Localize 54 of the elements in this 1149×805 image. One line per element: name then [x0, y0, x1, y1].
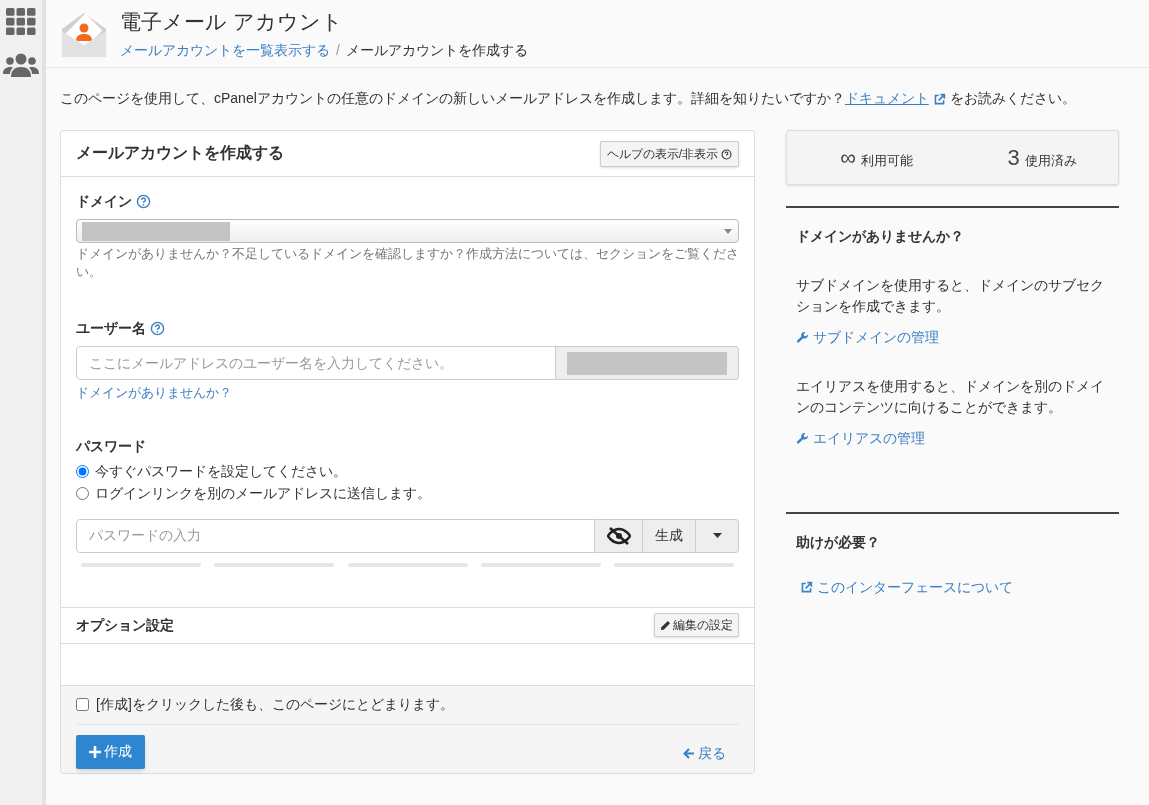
username-label: ユーザー名 — [76, 319, 146, 338]
apps-grid-icon[interactable] — [6, 8, 36, 36]
domain-label: ドメイン — [76, 192, 132, 211]
help-icon[interactable] — [136, 194, 151, 209]
back-link[interactable]: 戻る — [683, 743, 726, 764]
envelope-user-icon — [60, 10, 108, 59]
stay-on-page-checkbox[interactable] — [76, 698, 89, 711]
eye-slash-icon — [606, 526, 631, 545]
password-input[interactable]: パスワードの入力 — [76, 518, 595, 553]
section-link[interactable]: サブドメインの管理 — [796, 327, 939, 348]
radio-label: ログインリンクを別のメールアドレスに送信します。 — [95, 483, 431, 503]
panel-title: メールアカウントを作成する — [76, 143, 284, 163]
page-title: 電子メール アカウント — [120, 9, 344, 35]
section-link[interactable]: エイリアスの管理 — [796, 428, 925, 449]
password-mode-radio[interactable] — [76, 464, 89, 478]
documentation-link[interactable]: ドキュメント — [844, 90, 929, 106]
options-title: オプション設定 — [76, 615, 174, 635]
help-toggle-button[interactable]: ヘルプの表示/非表示 — [599, 141, 739, 167]
no-domain-link[interactable]: ドメインがありませんか？ — [76, 383, 232, 403]
radio-label: 今すぐパスワードを設定してください。 — [95, 461, 347, 481]
breadcrumb-link[interactable]: メールアカウントを一覧表示する — [120, 40, 330, 61]
section-text: エイリアスを使用すると、ドメインを別のドメインのコンテンツに向けることができます。 — [796, 377, 1105, 417]
generate-button[interactable]: 生成 — [643, 518, 696, 553]
wrench-icon — [796, 432, 809, 445]
breadcrumb-current: メールアカウントを作成する — [345, 41, 528, 60]
caret-down-icon — [712, 533, 722, 538]
external-link-icon — [932, 92, 946, 106]
dropdown-caret-icon — [724, 228, 732, 234]
section-link[interactable]: このインターフェースについて — [796, 577, 1013, 598]
checkbox-label: [作成]をクリックした後も、このページにとどまります。 — [96, 695, 454, 714]
password-mode-radio[interactable] — [76, 486, 89, 500]
wrench-icon — [796, 331, 809, 344]
external-link-icon — [800, 581, 813, 594]
password-label: パスワード — [76, 436, 147, 456]
help-icon — [721, 148, 732, 160]
section-heading: ドメインがありませんか？ — [796, 227, 965, 246]
help-icon[interactable] — [150, 321, 165, 336]
stat-label: 使用済み — [1024, 152, 1077, 170]
intro-text: このページを使用して、cPanelアカウントの任意のドメインの新しいメールアドレスを作成します。詳細を知りたいですか？ドキュメント をお読みください。 — [59, 89, 1077, 108]
edit-settings-button[interactable]: 編集の設定 — [654, 613, 739, 637]
stat-label: 利用可能 — [860, 152, 913, 170]
plus-icon — [89, 745, 101, 758]
toggle-visibility-button[interactable] — [595, 518, 643, 553]
stat-value: ∞ — [840, 144, 856, 172]
users-icon[interactable] — [3, 52, 39, 78]
stat-value: 3 — [1007, 144, 1020, 172]
pencil-icon — [660, 619, 671, 631]
arrow-left-icon — [683, 748, 695, 759]
section-text: サブドメインを使用すると、ドメインのサブセクションを作成できます。 — [796, 276, 1105, 316]
username-input[interactable]: ここにメールアドレスのユーザー名を入力してください。 — [76, 346, 556, 380]
domain-help-text: ドメインがありませんか？不足しているドメインを確認しますか？作成方法については、セクションをご覧ください。 — [76, 246, 739, 281]
section-heading: 助けが必要？ — [796, 533, 881, 552]
breadcrumb-separator: / — [336, 41, 340, 60]
create-button[interactable]: 作成 — [76, 734, 145, 769]
